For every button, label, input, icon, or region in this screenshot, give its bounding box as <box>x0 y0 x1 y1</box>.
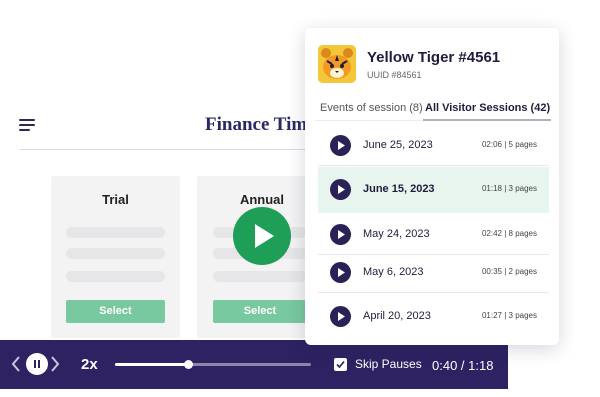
session-duration: 02:42 <box>481 229 502 238</box>
session-date: May 6, 2023 <box>363 266 424 278</box>
play-overlay-button[interactable] <box>233 207 291 265</box>
session-meta: 00:35 | 2 pages <box>481 267 537 276</box>
session-row-active[interactable]: June 15, 2023 01:18 | 3 pages <box>318 167 549 213</box>
active-tab-indicator <box>423 119 551 121</box>
chevron-left-icon[interactable] <box>11 355 21 373</box>
session-date: May 24, 2023 <box>363 228 430 240</box>
tab-events-of-session[interactable]: Events of session (8) <box>320 102 423 114</box>
session-pages: 5 pages <box>508 140 537 149</box>
progress-track[interactable] <box>115 360 311 369</box>
play-icon <box>255 224 274 248</box>
play-session-button[interactable] <box>330 224 351 245</box>
session-pages: 3 pages <box>508 311 537 320</box>
chevron-right-icon[interactable] <box>50 355 60 373</box>
player-bar: 2x Skip Pauses 0:40 / 1:18 <box>0 340 508 389</box>
visitor-name: Yellow Tiger #4561 <box>367 49 501 66</box>
session-meta: 02:06 | 5 pages <box>481 140 537 149</box>
placeholder-bar <box>213 271 307 282</box>
tiger-icon <box>318 45 356 83</box>
session-row[interactable]: May 24, 2023 02:42 | 8 pages <box>318 214 549 255</box>
session-duration: 02:06 <box>481 140 502 149</box>
check-icon <box>336 360 345 369</box>
placeholder-bar <box>66 271 165 282</box>
select-button[interactable]: Select <box>213 300 307 323</box>
visitor-panel: Yellow Tiger #4561 UUID #84561 Events of… <box>305 28 559 345</box>
visitor-uuid: UUID #84561 <box>367 70 422 80</box>
play-session-button[interactable] <box>330 135 351 156</box>
skip-pauses-label[interactable]: Skip Pauses <box>355 357 422 371</box>
play-session-button[interactable] <box>330 179 351 200</box>
session-date: June 15, 2023 <box>363 183 435 195</box>
plan-card-trial: Trial Select <box>51 176 180 338</box>
pause-button[interactable] <box>26 353 48 375</box>
divider <box>20 149 320 150</box>
placeholder-bar <box>66 227 165 238</box>
session-meta: 02:42 | 8 pages <box>481 229 537 238</box>
page-title: Finance Tim <box>205 114 308 135</box>
select-button[interactable]: Select <box>66 300 165 323</box>
placeholder-bar <box>66 248 165 259</box>
play-icon <box>338 185 345 194</box>
play-icon <box>338 230 345 239</box>
session-meta: 01:18 | 3 pages <box>481 184 537 193</box>
session-pages: 2 pages <box>508 267 537 276</box>
session-row[interactable]: June 25, 2023 02:06 | 5 pages <box>318 125 549 166</box>
menu-icon[interactable] <box>19 119 35 134</box>
play-session-button[interactable] <box>330 262 351 283</box>
progress-knob[interactable] <box>184 360 193 369</box>
pause-icon <box>34 360 40 368</box>
skip-pauses-checkbox[interactable] <box>334 358 347 371</box>
play-icon <box>338 312 345 321</box>
session-pages: 3 pages <box>508 184 537 193</box>
session-duration: 00:35 <box>481 267 502 276</box>
progress-fill <box>115 363 189 366</box>
session-row[interactable]: April 20, 2023 01:27 | 3 pages <box>318 296 549 337</box>
session-duration: 01:18 <box>481 184 502 193</box>
session-date: June 25, 2023 <box>363 139 433 151</box>
play-icon <box>338 141 345 150</box>
plan-name: Trial <box>102 192 129 207</box>
tab-all-visitor-sessions[interactable]: All Visitor Sessions (42) <box>425 102 550 114</box>
speed-toggle[interactable]: 2x <box>81 356 98 373</box>
session-duration: 01:27 <box>481 311 502 320</box>
session-date: April 20, 2023 <box>363 310 431 322</box>
session-pages: 8 pages <box>508 229 537 238</box>
timecode: 0:40 / 1:18 <box>432 358 494 373</box>
play-session-button[interactable] <box>330 306 351 327</box>
session-meta: 01:27 | 3 pages <box>481 311 537 320</box>
session-row[interactable]: May 6, 2023 00:35 | 2 pages <box>318 252 549 293</box>
play-icon <box>338 268 345 277</box>
